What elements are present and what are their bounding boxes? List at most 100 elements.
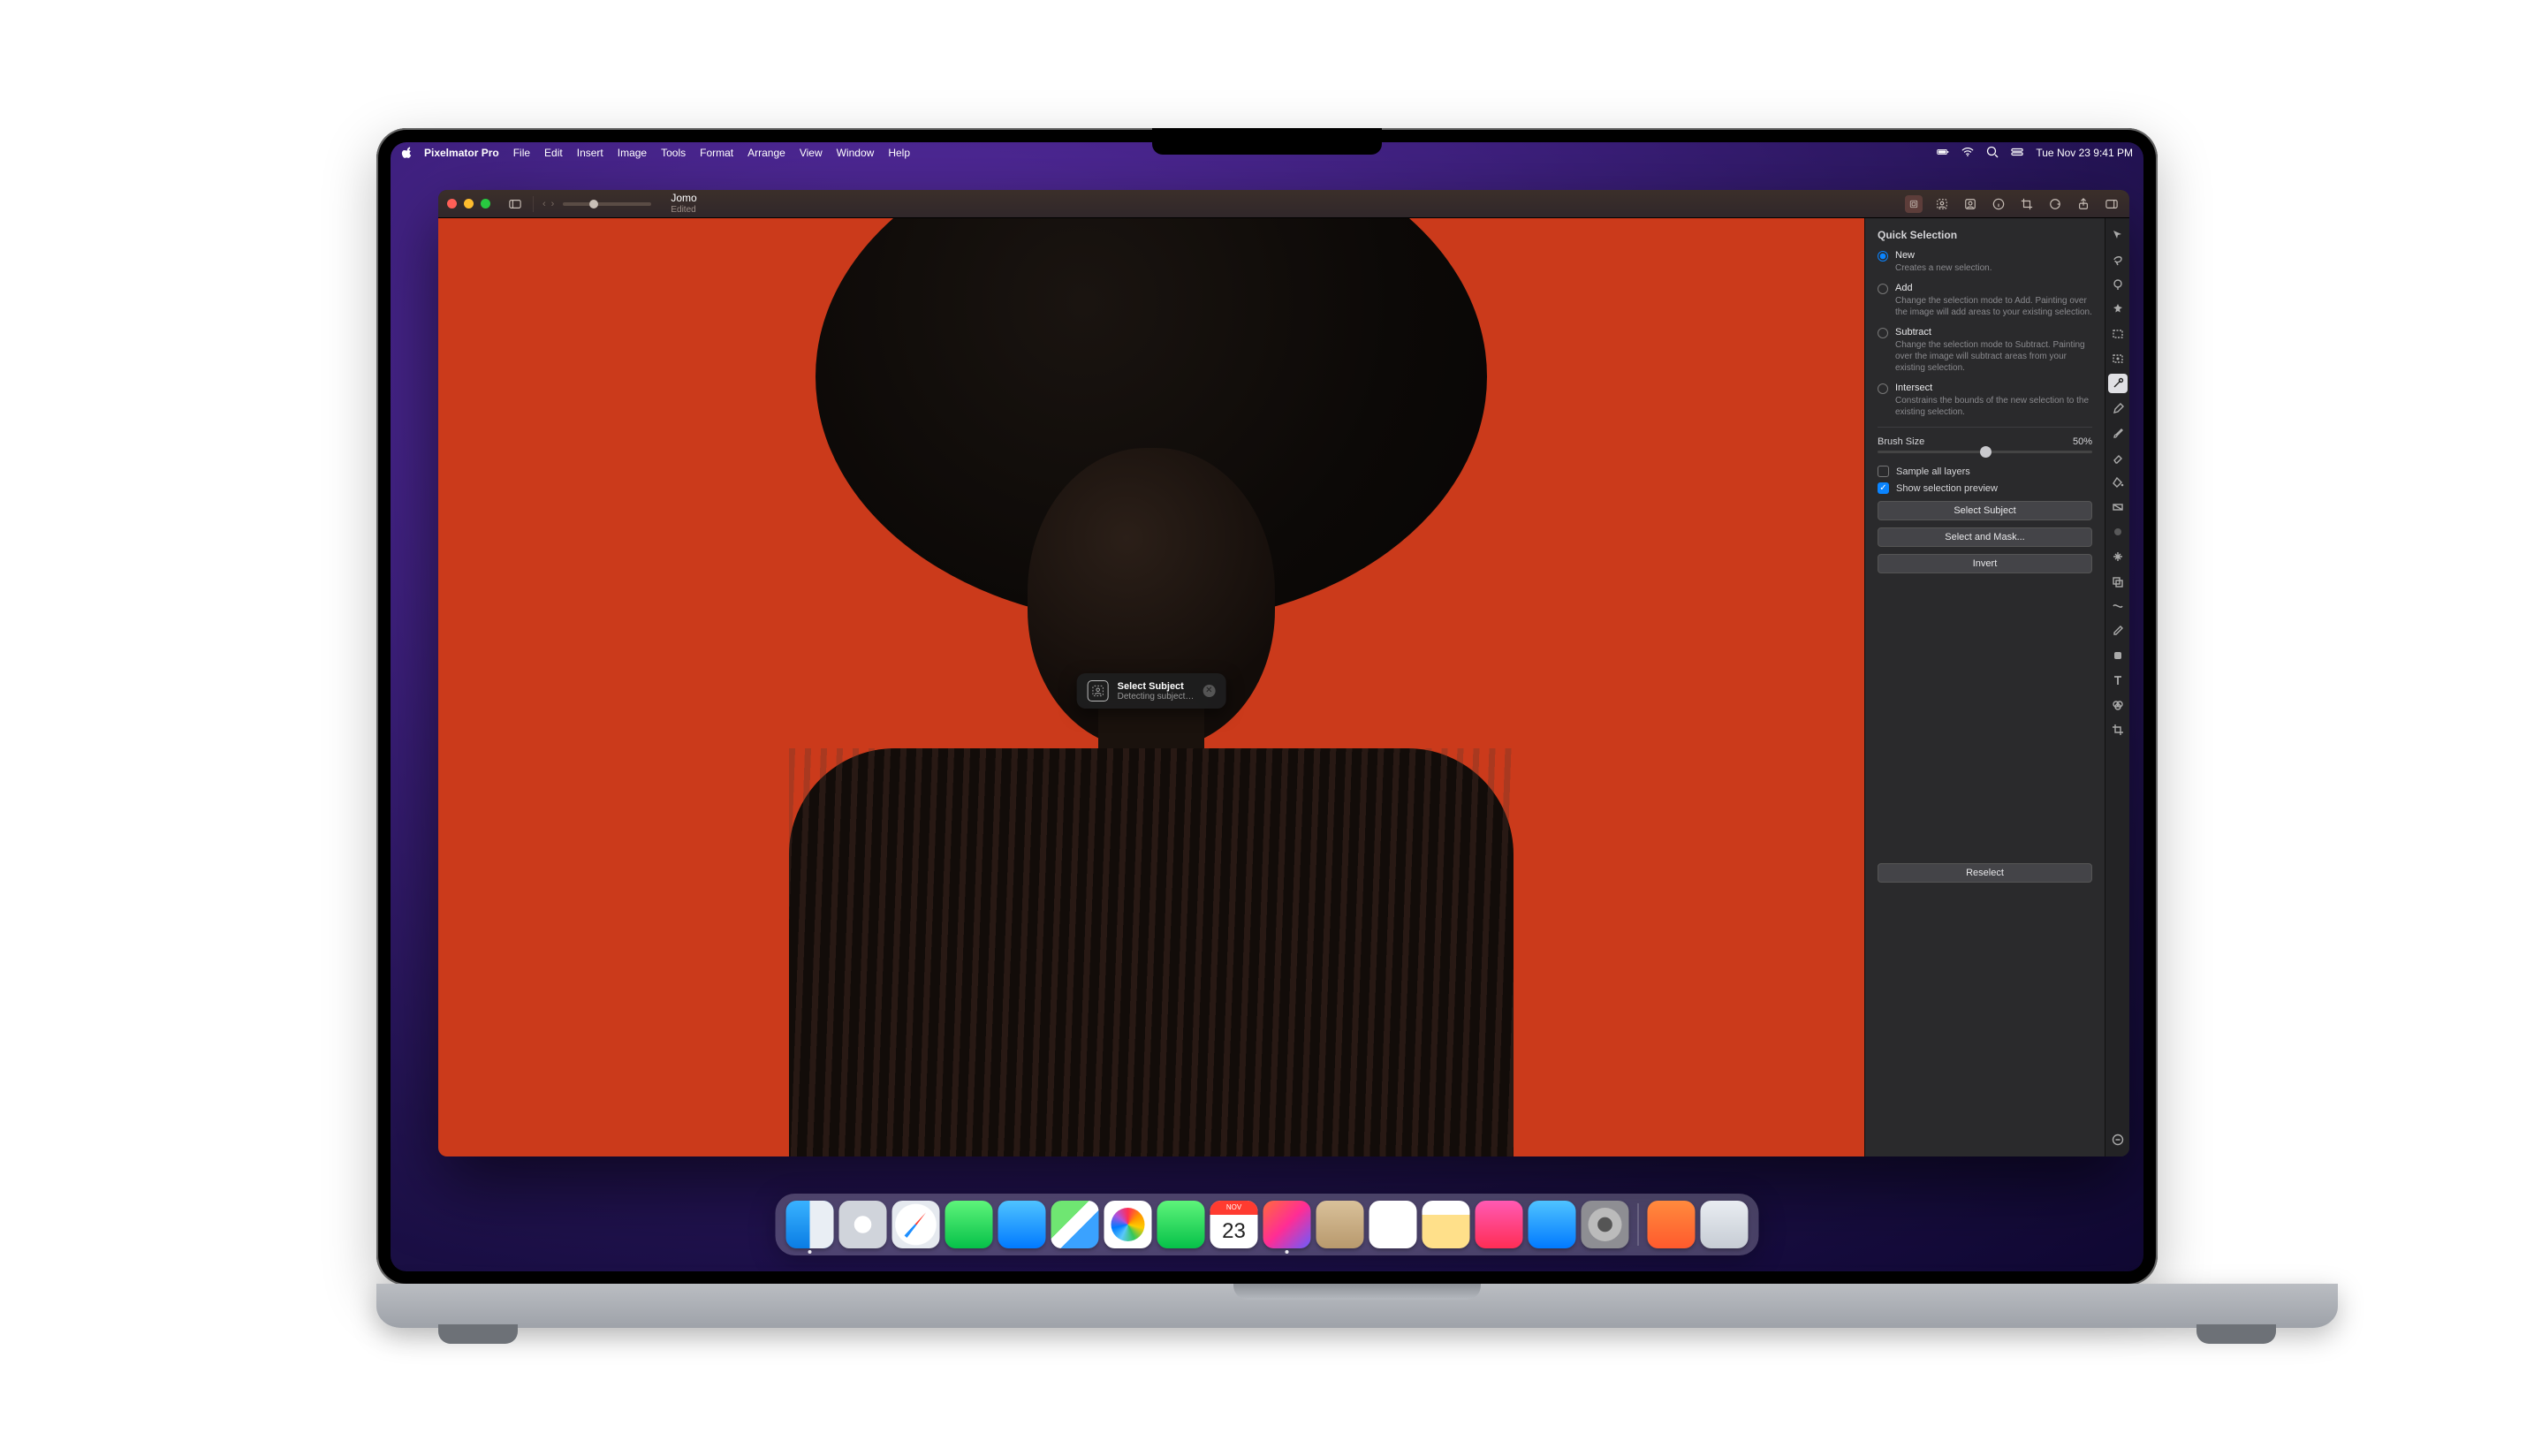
dock-trash[interactable] xyxy=(1701,1201,1749,1248)
calendar-day: 23 xyxy=(1210,1215,1258,1248)
fill-tool[interactable] xyxy=(2108,473,2128,492)
document-name: Jomo xyxy=(671,193,696,204)
select-subject-toolbar-button[interactable] xyxy=(1933,195,1951,213)
selection-mode-intersect[interactable]: IntersectConstrains the bounds of the ne… xyxy=(1878,383,2092,418)
show-selection-preview-checkbox[interactable]: Show selection preview xyxy=(1878,482,2092,494)
shape-tool[interactable] xyxy=(2108,646,2128,665)
dock-reminders[interactable] xyxy=(1369,1201,1417,1248)
color-select-tool[interactable] xyxy=(2108,349,2128,368)
history-forward-button[interactable]: › xyxy=(551,199,555,209)
radio-icon xyxy=(1878,383,1888,394)
close-window-button[interactable] xyxy=(447,199,457,209)
spotlight-icon[interactable] xyxy=(1986,146,1999,161)
screen-bezel: Pixelmator Pro File Edit Insert Image To… xyxy=(376,128,2158,1285)
dock-facetime[interactable] xyxy=(1157,1201,1205,1248)
dock-finder[interactable] xyxy=(786,1201,834,1248)
blur-tool[interactable] xyxy=(2108,522,2128,542)
titlebar: ‹ › Jomo Edited xyxy=(438,190,2129,218)
reselect-button[interactable]: Reselect xyxy=(1878,863,2092,883)
ml-enhance-button[interactable] xyxy=(1905,195,1923,213)
history-nav: ‹ › xyxy=(542,199,554,209)
effects-button[interactable] xyxy=(2046,195,2064,213)
menu-file[interactable]: File xyxy=(513,147,530,159)
dock-appstore[interactable] xyxy=(1529,1201,1576,1248)
brush-size-label: Brush Size xyxy=(1878,436,1924,447)
menu-view[interactable]: View xyxy=(800,147,823,159)
gradient-tool[interactable] xyxy=(2108,497,2128,517)
zoom-slider[interactable] xyxy=(563,202,651,206)
control-center-icon[interactable] xyxy=(2011,146,2023,161)
dock-contacts[interactable] xyxy=(1316,1201,1364,1248)
warp-tool[interactable] xyxy=(2108,596,2128,616)
dock-launchpad[interactable] xyxy=(839,1201,887,1248)
selection-mode-subtract[interactable]: SubtractChange the selection mode to Sub… xyxy=(1878,327,2092,374)
minimize-window-button[interactable] xyxy=(464,199,474,209)
invert-button[interactable]: Invert xyxy=(1878,554,2092,573)
text-tool[interactable] xyxy=(2108,671,2128,690)
hide-panel-button[interactable] xyxy=(2108,1130,2128,1149)
mode-label: Intersect xyxy=(1895,383,2092,393)
dock-calendar[interactable]: NOV 23 xyxy=(1210,1201,1258,1248)
selection-mode-new[interactable]: NewCreates a new selection. xyxy=(1878,250,2092,274)
crop-toolbar-button[interactable] xyxy=(2018,195,2036,213)
menu-image[interactable]: Image xyxy=(618,147,647,159)
menu-window[interactable]: Window xyxy=(837,147,875,159)
select-and-mask-button[interactable]: Select and Mask... xyxy=(1878,527,2092,547)
arrow-tool[interactable] xyxy=(2108,225,2128,245)
dock-recent-doc[interactable] xyxy=(1648,1201,1696,1248)
menubar-app-name[interactable]: Pixelmator Pro xyxy=(424,147,499,159)
menu-format[interactable]: Format xyxy=(700,147,733,159)
menu-arrange[interactable]: Arrange xyxy=(747,147,785,159)
menubar-right: Tue Nov 23 9:41 PM xyxy=(1937,146,2133,161)
brush-size-slider[interactable] xyxy=(1878,451,2092,453)
zoom-window-button[interactable] xyxy=(481,199,490,209)
sample-all-layers-checkbox[interactable]: Sample all layers xyxy=(1878,466,2092,477)
info-button[interactable] xyxy=(1990,195,2007,213)
document-title: Jomo Edited xyxy=(671,193,696,214)
select-subject-button[interactable]: Select Subject xyxy=(1878,501,2092,520)
rectangle-select-tool[interactable] xyxy=(2108,324,2128,344)
brush-tool[interactable] xyxy=(2108,423,2128,443)
battery-icon[interactable] xyxy=(1937,146,1949,161)
sidebar-toggle-button[interactable] xyxy=(506,195,524,213)
hud-cancel-button[interactable]: ✕ xyxy=(1203,685,1215,697)
menu-tools[interactable]: Tools xyxy=(661,147,686,159)
selection-mode-add[interactable]: AddChange the selection mode to Add. Pai… xyxy=(1878,283,2092,318)
magic-wand-tool[interactable] xyxy=(2108,300,2128,319)
dock-safari[interactable] xyxy=(892,1201,940,1248)
adjust-colors-tool[interactable] xyxy=(2108,695,2128,715)
dock-music[interactable] xyxy=(1476,1201,1523,1248)
share-button[interactable] xyxy=(2075,195,2092,213)
dock-maps[interactable] xyxy=(1051,1201,1099,1248)
dock-photos[interactable] xyxy=(1104,1201,1152,1248)
dock-pixelmator[interactable] xyxy=(1263,1201,1311,1248)
portrait-button[interactable] xyxy=(1961,195,1979,213)
menu-insert[interactable]: Insert xyxy=(577,147,603,159)
inspector-toggle-button[interactable] xyxy=(2103,195,2121,213)
mode-description: Change the selection mode to Add. Painti… xyxy=(1895,295,2092,318)
document-status: Edited xyxy=(671,205,696,215)
wifi-icon[interactable] xyxy=(1961,146,1974,161)
dock: NOV 23 xyxy=(776,1194,1759,1255)
dock-notes[interactable] xyxy=(1423,1201,1470,1248)
canvas[interactable]: Select Subject Detecting subject… ✕ xyxy=(438,218,1864,1156)
quick-select-tool[interactable] xyxy=(2108,374,2128,393)
dock-mail[interactable] xyxy=(998,1201,1046,1248)
apple-menu-icon[interactable] xyxy=(401,147,413,159)
menu-help[interactable]: Help xyxy=(888,147,910,159)
pen-tool[interactable] xyxy=(2108,398,2128,418)
freeform-select-tool[interactable] xyxy=(2108,250,2128,269)
mode-label: New xyxy=(1895,250,1992,261)
sparkle-tool[interactable] xyxy=(2108,547,2128,566)
clone-tool[interactable] xyxy=(2108,572,2128,591)
subject-torso xyxy=(789,748,1514,1156)
dock-messages[interactable] xyxy=(945,1201,993,1248)
menubar-clock[interactable]: Tue Nov 23 9:41 PM xyxy=(2036,147,2133,159)
crop-tool[interactable] xyxy=(2108,720,2128,739)
magnetic-select-tool[interactable] xyxy=(2108,275,2128,294)
history-back-button[interactable]: ‹ xyxy=(542,199,546,209)
eyedropper-tool[interactable] xyxy=(2108,621,2128,641)
dock-system-preferences[interactable] xyxy=(1582,1201,1629,1248)
menu-edit[interactable]: Edit xyxy=(544,147,563,159)
eraser-tool[interactable] xyxy=(2108,448,2128,467)
